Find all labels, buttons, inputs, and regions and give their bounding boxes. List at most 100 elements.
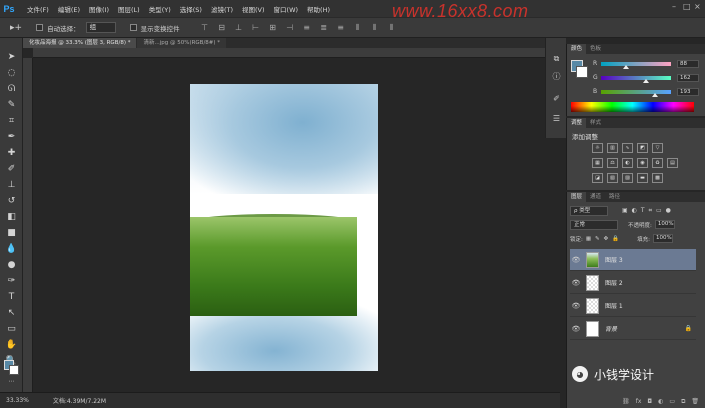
- layer-row-background[interactable]: 👁 背景 🔒: [570, 318, 696, 340]
- blue-slider[interactable]: [601, 89, 671, 97]
- layer-row-1[interactable]: 👁 图层 1: [570, 295, 696, 317]
- brush-preset-icon[interactable]: ✐: [550, 92, 563, 105]
- black-white-icon[interactable]: ◐: [622, 158, 633, 168]
- brush-tool-icon[interactable]: ✐: [3, 162, 20, 176]
- menu-view[interactable]: 视图(V): [242, 4, 265, 14]
- eraser-tool-icon[interactable]: ◧: [3, 210, 20, 224]
- gradient-map-icon[interactable]: ▬: [637, 173, 648, 183]
- green-value-input[interactable]: 162: [677, 73, 699, 82]
- menu-edit[interactable]: 编辑(E): [58, 4, 80, 14]
- menu-image[interactable]: 图像(I): [89, 4, 109, 14]
- invert-icon[interactable]: ◪: [592, 173, 603, 183]
- eyedropper-tool-icon[interactable]: ✒: [3, 130, 20, 144]
- properties-icon[interactable]: ☰: [550, 112, 563, 125]
- auto-select-checkbox[interactable]: [36, 24, 44, 31]
- type-tool-icon[interactable]: T: [3, 290, 20, 304]
- layer-filter-icons[interactable]: ▣◐T⌗▭●: [622, 207, 675, 215]
- curves-icon[interactable]: ∿: [622, 143, 633, 153]
- menu-file[interactable]: 文件(F): [27, 4, 49, 14]
- menu-type[interactable]: 类型(Y): [149, 4, 171, 14]
- color-spectrum[interactable]: [571, 102, 694, 112]
- lasso-tool-icon[interactable]: ᘏ: [3, 82, 20, 96]
- red-slider[interactable]: [601, 61, 671, 69]
- align-left-icon[interactable]: ⊢: [251, 23, 261, 33]
- visibility-eye-icon[interactable]: 👁: [570, 302, 582, 310]
- canvas-area[interactable]: [33, 58, 560, 392]
- delete-layer-icon[interactable]: 🗑: [691, 398, 699, 408]
- brightness-icon[interactable]: ☼: [592, 143, 603, 153]
- lock-icons[interactable]: ▦✎✥🔒: [586, 236, 623, 242]
- pen-tool-icon[interactable]: ✑: [3, 274, 20, 288]
- fx-icon[interactable]: fx: [636, 398, 642, 408]
- blue-slider-knob[interactable]: [652, 92, 658, 97]
- tab-fresh-image[interactable]: 清新...jpg @ 50%(RGB/8#) *: [137, 38, 227, 48]
- document-canvas[interactable]: [190, 84, 378, 371]
- clone-stamp-tool-icon[interactable]: ⊥: [3, 178, 20, 192]
- history-icon[interactable]: ⧉: [550, 52, 563, 65]
- distribute-right-icon[interactable]: ⦀: [387, 23, 397, 33]
- distribute-left-icon[interactable]: ⦀: [353, 23, 363, 33]
- align-bottom-icon[interactable]: ⊥: [234, 23, 244, 33]
- red-slider-knob[interactable]: [623, 64, 629, 69]
- menu-filter[interactable]: 滤镜(T): [211, 4, 233, 14]
- photo-filter-icon[interactable]: ◉: [637, 158, 648, 168]
- color-balance-icon[interactable]: ⚖: [607, 158, 618, 168]
- history-brush-tool-icon[interactable]: ↺: [3, 194, 20, 208]
- crop-tool-icon[interactable]: ⌗: [3, 114, 20, 128]
- move-tool-icon[interactable]: ▸+: [10, 23, 22, 33]
- fill-input[interactable]: 100%: [652, 234, 673, 243]
- red-value-input[interactable]: 88: [677, 59, 699, 68]
- visibility-eye-icon[interactable]: 👁: [570, 325, 582, 333]
- layer-name[interactable]: 图层 1: [605, 301, 623, 310]
- vibrance-icon[interactable]: ▽: [652, 143, 663, 153]
- layer-row-3[interactable]: 👁 图层 3: [570, 249, 696, 271]
- gradient-tool-icon[interactable]: ■: [3, 226, 20, 240]
- layer-name[interactable]: 背景: [605, 324, 617, 333]
- maximize-icon[interactable]: □: [683, 2, 691, 11]
- align-hcenter-icon[interactable]: ⊞: [268, 23, 278, 33]
- move-tool-icon[interactable]: ➤: [3, 50, 20, 64]
- layer-row-2[interactable]: 👁 图层 2: [570, 272, 696, 294]
- adjustment-layer-icon[interactable]: ◐: [658, 398, 663, 408]
- levels-icon[interactable]: ▥: [607, 143, 618, 153]
- exposure-icon[interactable]: ◩: [637, 143, 648, 153]
- blend-mode-dropdown[interactable]: 正常: [570, 219, 618, 230]
- visibility-eye-icon[interactable]: 👁: [570, 256, 582, 264]
- new-group-icon[interactable]: ▭: [669, 398, 675, 408]
- tab-swatches[interactable]: 色板: [586, 44, 605, 54]
- layer-filter-dropdown[interactable]: ρ 类型: [570, 205, 608, 216]
- menu-help[interactable]: 帮助(H): [307, 4, 330, 14]
- grass-layer-image[interactable]: [190, 217, 357, 316]
- tab-layers[interactable]: 图层: [567, 192, 587, 202]
- color-lookup-icon[interactable]: ▤: [667, 158, 678, 168]
- dodge-tool-icon[interactable]: ●: [3, 258, 20, 272]
- hand-tool-icon[interactable]: ✋: [3, 338, 20, 352]
- green-slider-knob[interactable]: [643, 78, 649, 83]
- tab-styles[interactable]: 样式: [586, 118, 605, 128]
- hue-saturation-icon[interactable]: ▦: [592, 158, 603, 168]
- background-color-swatch[interactable]: [9, 365, 19, 375]
- menu-select[interactable]: 选择(S): [180, 4, 202, 14]
- distribute-hcenter-icon[interactable]: ⦀: [370, 23, 380, 33]
- marquee-tool-icon[interactable]: ◌: [3, 66, 20, 80]
- tab-poster[interactable]: 化妆品海报 @ 33.3% (图层 3, RGB/8) *: [23, 38, 137, 48]
- tab-color[interactable]: 颜色: [567, 44, 587, 54]
- add-mask-icon[interactable]: ◘: [647, 398, 652, 408]
- tab-paths[interactable]: 路径: [605, 192, 624, 202]
- show-transform-checkbox[interactable]: [129, 24, 137, 31]
- edit-toolbar-icon[interactable]: ⋯: [3, 374, 20, 388]
- tab-adjustments[interactable]: 调整: [567, 118, 587, 128]
- link-layers-icon[interactable]: ⛓: [622, 398, 630, 408]
- layer-name[interactable]: 图层 3: [605, 255, 623, 264]
- threshold-icon[interactable]: ▨: [622, 173, 633, 183]
- opacity-input[interactable]: 100%: [654, 220, 675, 229]
- healing-brush-tool-icon[interactable]: ✚: [3, 146, 20, 160]
- zoom-level[interactable]: 33.33%: [6, 397, 29, 404]
- auto-select-dropdown[interactable]: 组: [85, 22, 116, 33]
- layer-name[interactable]: 图层 2: [605, 278, 623, 287]
- green-slider[interactable]: [601, 75, 671, 83]
- distribute-top-icon[interactable]: ≡: [302, 23, 312, 33]
- align-right-icon[interactable]: ⊣: [285, 23, 295, 33]
- align-top-icon[interactable]: ⊤: [200, 23, 210, 33]
- minimize-icon[interactable]: –: [672, 2, 676, 11]
